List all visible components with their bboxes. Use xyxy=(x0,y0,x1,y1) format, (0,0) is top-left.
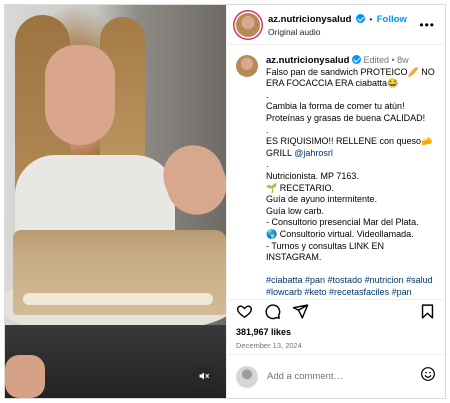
caption-line: Falso pan de sandwich PROTEICO🥖 NO ERA F… xyxy=(266,66,435,89)
video-bread-filling xyxy=(23,293,213,305)
post-modal: az.nutricionysalud • Follow Original aud… xyxy=(4,4,446,399)
hashtag-line[interactable]: #lowcarb #keto #recetasfaciles #pan xyxy=(266,287,436,299)
caption-line: ES RIQUISIMO!! RELLENE con queso🧀 GRILL … xyxy=(266,136,436,159)
bookmark-icon[interactable] xyxy=(419,303,436,325)
caption-line: 🌎 Consultorio virtual. Videollamada. xyxy=(266,228,414,239)
caption-line-text: ES RIQUISIMO!! RELLENE con queso🧀 GRILL xyxy=(266,136,433,158)
heart-icon[interactable] xyxy=(236,303,253,325)
post-video[interactable] xyxy=(5,5,226,398)
caption-line: Nutricionista. MP 7163. xyxy=(266,170,359,181)
caption-avatar[interactable] xyxy=(236,55,258,77)
caption-dot: . xyxy=(266,124,269,135)
header-separator: • xyxy=(369,13,373,24)
viewer-avatar xyxy=(236,365,258,388)
caption-meta-separator: • xyxy=(391,55,395,65)
post-age[interactable]: 8w xyxy=(397,55,409,65)
more-horizontal-icon[interactable]: ••• xyxy=(419,18,435,32)
follow-button[interactable]: Follow xyxy=(377,14,407,25)
caption-line: - Consultorio presencial Mar del Plata. xyxy=(266,217,419,228)
caption-line: - Turnos y consultas LINK EN INSTAGRAM. xyxy=(266,240,385,263)
comment-icon[interactable] xyxy=(264,303,281,325)
hashtag-line[interactable]: #ciabatta #pan #tostado #nutricion #salu… xyxy=(266,275,436,287)
verified-badge-icon xyxy=(355,13,365,23)
action-bar xyxy=(227,299,445,327)
send-icon[interactable] xyxy=(292,303,309,325)
mention-link[interactable]: @jahrosrl xyxy=(294,148,333,158)
likes-count[interactable]: 381,967 likes xyxy=(227,327,445,340)
caption-username[interactable]: az.nutricionysalud xyxy=(266,55,349,66)
caption-line: Guía de ayuno intermitente. xyxy=(266,194,378,205)
comment-box xyxy=(227,354,445,398)
caption-line: Guía low carb. xyxy=(266,205,325,216)
author-username[interactable]: az.nutricionysalud xyxy=(268,14,351,25)
post-header-text: az.nutricionysalud • Follow Original aud… xyxy=(268,12,407,38)
caption-line: Cambia la forma de comer tu atún! Proteí… xyxy=(266,101,426,123)
mute-button[interactable] xyxy=(192,366,216,390)
speaker-muted-icon xyxy=(198,369,210,387)
audio-label[interactable]: Original audio xyxy=(268,26,407,38)
caption-text: az.nutricionysalud Edited • 8w Falso pan… xyxy=(266,55,436,299)
video-fingers xyxy=(5,355,45,398)
author-avatar[interactable] xyxy=(236,12,260,37)
caption-line: 🌱 RECETARIO. xyxy=(266,182,335,193)
emoji-icon[interactable] xyxy=(420,366,436,387)
caption-dot: . xyxy=(266,159,269,170)
post-header: az.nutricionysalud • Follow Original aud… xyxy=(227,5,445,45)
caption-area: az.nutricionysalud Edited • 8w Falso pan… xyxy=(227,45,445,299)
video-figure-face xyxy=(45,45,115,145)
post-date[interactable]: December 13, 2024 xyxy=(227,340,445,354)
caption-verified-icon xyxy=(351,55,361,64)
comment-input[interactable] xyxy=(267,371,420,382)
caption-dot: . xyxy=(266,89,269,100)
post-details-panel: az.nutricionysalud • Follow Original aud… xyxy=(226,5,445,398)
edited-label: Edited xyxy=(363,55,389,65)
